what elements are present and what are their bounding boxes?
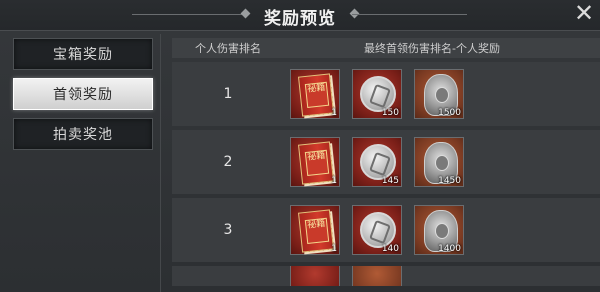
reward-item[interactable]: [352, 266, 402, 286]
reward-item[interactable]: 1400: [414, 205, 464, 255]
reward-item[interactable]: 1500: [414, 69, 464, 119]
window-title: 奖励预览: [264, 9, 336, 29]
reward-item[interactable]: 150: [352, 69, 402, 119]
reward-items: 祕籍 1 150 1500: [284, 69, 464, 119]
item-quantity: 1: [331, 176, 337, 186]
table-row: 2 祕籍 1 145 1450: [172, 130, 600, 194]
title-decoration-right: [352, 14, 467, 15]
reward-item[interactable]: 祕籍 1: [290, 69, 340, 119]
item-quantity: 1500: [438, 108, 461, 118]
tab-boss-rewards[interactable]: 首领奖励: [13, 78, 153, 110]
tab-label: 首领奖励: [53, 87, 113, 103]
rank-value: 1: [223, 86, 233, 102]
rank-value: 3: [223, 222, 233, 238]
sidebar: 宝箱奖励 首领奖励 拍卖奖池: [8, 38, 156, 158]
reward-items: 祕籍 1 140 1400: [284, 205, 464, 255]
close-icon[interactable]: ✕: [573, 1, 595, 25]
reward-table: 个人伤害排名 最终首领伤害排名-个人奖励 1 祕籍 1 150 1500 2 祕…: [172, 38, 600, 286]
book-glyph: 祕籍: [304, 149, 330, 176]
silver-token-icon: [360, 76, 396, 112]
reward-items: [284, 266, 402, 286]
reward-item[interactable]: 145: [352, 137, 402, 187]
book-glyph: 祕籍: [304, 217, 330, 244]
table-header: 个人伤害排名 最终首领伤害排名-个人奖励: [172, 38, 600, 58]
table-row: 3 祕籍 1 140 1400: [172, 198, 600, 262]
reward-preview-panel: 奖励预览 ✕ 宝箱奖励 首领奖励 拍卖奖池 个人伤害排名 最终首领伤害排名-个人…: [0, 0, 600, 292]
rank-value: 2: [223, 154, 233, 170]
divider: [160, 34, 161, 292]
header-reward: 最终首领伤害排名-个人奖励: [364, 42, 500, 55]
red-book-icon: 祕籍: [297, 141, 335, 185]
reward-item[interactable]: 祕籍 1: [290, 205, 340, 255]
red-book-icon: 祕籍: [297, 209, 335, 253]
item-quantity: 1400: [438, 244, 461, 254]
item-quantity: 145: [381, 176, 399, 186]
tab-chest-rewards[interactable]: 宝箱奖励: [13, 38, 153, 70]
item-quantity: 140: [381, 244, 399, 254]
reward-items: 祕籍 1 145 1450: [284, 137, 464, 187]
table-row: 1 祕籍 1 150 1500: [172, 62, 600, 126]
item-quantity: 1450: [438, 176, 461, 186]
tab-auction-pool[interactable]: 拍卖奖池: [13, 118, 153, 150]
silver-token-icon: [360, 144, 396, 180]
item-quantity: 1: [331, 244, 337, 254]
red-book-icon: 祕籍: [297, 73, 335, 117]
reward-item[interactable]: 祕籍 1: [290, 137, 340, 187]
tab-label: 拍卖奖池: [53, 127, 113, 143]
reward-item[interactable]: [290, 266, 340, 286]
title-bar: 奖励预览 ✕: [0, 0, 600, 31]
silver-token-icon: [360, 212, 396, 248]
item-quantity: 1: [331, 108, 337, 118]
reward-item[interactable]: 1450: [414, 137, 464, 187]
reward-item[interactable]: 140: [352, 205, 402, 255]
book-glyph: 祕籍: [304, 81, 330, 108]
table-row: [172, 266, 600, 286]
item-quantity: 150: [381, 108, 399, 118]
tab-label: 宝箱奖励: [53, 47, 113, 63]
header-rank: 个人伤害排名: [195, 42, 261, 55]
